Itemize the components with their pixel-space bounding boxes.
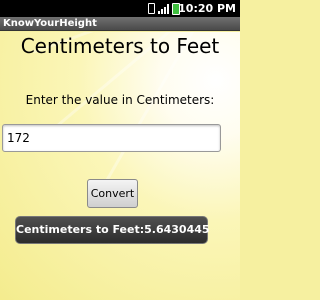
- convert-button[interactable]: Convert: [87, 179, 138, 208]
- result-toast: Centimeters to Feet:5.6430445: [15, 216, 210, 244]
- centimeters-input[interactable]: [2, 124, 221, 152]
- status-bar: 10:20 PM: [0, 0, 240, 17]
- status-icons: [148, 2, 180, 15]
- app-title: KnowYourHeight: [0, 17, 240, 31]
- input-prompt-label: Enter the value in Centimeters:: [25, 93, 215, 107]
- page-title: Centimeters to Feet: [20, 34, 220, 58]
- status-time: 10:20 PM: [178, 2, 236, 15]
- signal-icon: [158, 3, 169, 14]
- vibrate-icon: [148, 3, 155, 14]
- main-content: [0, 32, 240, 300]
